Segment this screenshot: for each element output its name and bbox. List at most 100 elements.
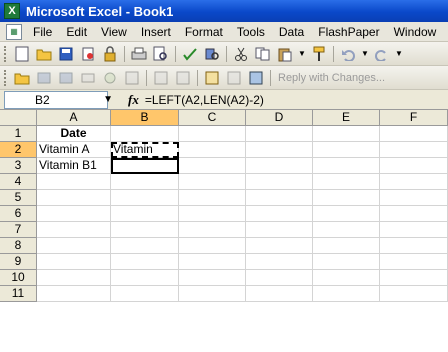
- format-painter-icon[interactable]: [310, 45, 328, 63]
- grid-cell[interactable]: [37, 190, 111, 206]
- select-all-corner[interactable]: [0, 110, 37, 126]
- grid-cell[interactable]: [179, 222, 246, 238]
- row-header-1[interactable]: 1: [0, 126, 37, 142]
- lock-icon[interactable]: [101, 45, 119, 63]
- column-header-d[interactable]: D: [246, 110, 313, 126]
- grid-cell[interactable]: [37, 270, 111, 286]
- grid-cell[interactable]: [111, 254, 179, 270]
- grid-cell[interactable]: [179, 126, 246, 142]
- row-header-3[interactable]: 3: [0, 158, 37, 174]
- paste-icon[interactable]: [276, 45, 294, 63]
- cell-b3[interactable]: [111, 158, 179, 174]
- row-header-5[interactable]: 5: [0, 190, 37, 206]
- grid-cell[interactable]: [380, 270, 448, 286]
- grid-cell[interactable]: [246, 286, 313, 302]
- review-back-icon[interactable]: [35, 69, 53, 87]
- cell-a2[interactable]: Vitamin A: [37, 142, 111, 158]
- row-header-7[interactable]: 7: [0, 222, 37, 238]
- grid-cell[interactable]: [111, 174, 179, 190]
- review-highlight-icon[interactable]: [225, 69, 243, 87]
- grid-cell[interactable]: [313, 206, 380, 222]
- workbook-icon[interactable]: ▦: [6, 23, 22, 40]
- print-icon[interactable]: [130, 45, 148, 63]
- menu-format[interactable]: Format: [178, 25, 230, 39]
- column-header-c[interactable]: C: [179, 110, 246, 126]
- grid-cell[interactable]: [111, 222, 179, 238]
- grid-cell[interactable]: [37, 174, 111, 190]
- grid-cell[interactable]: [246, 254, 313, 270]
- grid-cell[interactable]: [313, 238, 380, 254]
- grid-cell[interactable]: [313, 270, 380, 286]
- reply-with-changes-button[interactable]: Reply with Changes...: [278, 72, 385, 84]
- grid-cell[interactable]: [380, 206, 448, 222]
- cell-b2[interactable]: Vitamin: [111, 142, 179, 158]
- grid-cell[interactable]: [380, 254, 448, 270]
- grid-cell[interactable]: [313, 126, 380, 142]
- grid-cell[interactable]: [111, 206, 179, 222]
- grid-cell[interactable]: [380, 238, 448, 254]
- grid-cell[interactable]: [313, 222, 380, 238]
- redo-icon[interactable]: [373, 45, 391, 63]
- review-accept-icon[interactable]: [152, 69, 170, 87]
- review-envelope-icon[interactable]: [79, 69, 97, 87]
- cell-a3[interactable]: Vitamin B1: [37, 158, 111, 174]
- grid-cell[interactable]: [313, 190, 380, 206]
- name-box-dropdown-icon[interactable]: ▼: [103, 94, 113, 105]
- redo-dropdown-icon[interactable]: ▼: [395, 45, 403, 63]
- grid-cell[interactable]: [246, 270, 313, 286]
- excel-app-icon[interactable]: X: [4, 3, 20, 19]
- grid-cell[interactable]: [111, 190, 179, 206]
- undo-dropdown-icon[interactable]: ▼: [361, 45, 369, 63]
- grid-cell[interactable]: [313, 142, 380, 158]
- grid-cell[interactable]: [179, 190, 246, 206]
- spelling-icon[interactable]: [181, 45, 199, 63]
- paste-dropdown-icon[interactable]: ▼: [298, 45, 306, 63]
- grid-cell[interactable]: [313, 174, 380, 190]
- track-changes-icon[interactable]: [203, 69, 221, 87]
- grid-cell[interactable]: [246, 174, 313, 190]
- row-header-11[interactable]: 11: [0, 286, 37, 302]
- undo-icon[interactable]: [339, 45, 357, 63]
- grid-cell[interactable]: [313, 254, 380, 270]
- row-header-4[interactable]: 4: [0, 174, 37, 190]
- column-header-b[interactable]: B: [111, 110, 179, 126]
- menu-flashpaper[interactable]: FlashPaper: [311, 25, 386, 39]
- grid-cell[interactable]: [179, 142, 246, 158]
- grid-cell[interactable]: [380, 158, 448, 174]
- toolbar-grip[interactable]: [4, 45, 7, 62]
- review-show-icon[interactable]: [123, 69, 141, 87]
- cut-icon[interactable]: [232, 45, 250, 63]
- new-document-icon[interactable]: [13, 45, 31, 63]
- grid-cell[interactable]: [246, 238, 313, 254]
- menu-file[interactable]: File: [26, 25, 59, 39]
- menu-insert[interactable]: Insert: [134, 25, 178, 39]
- grid-cell[interactable]: [380, 190, 448, 206]
- grid-cell[interactable]: [37, 286, 111, 302]
- menu-view[interactable]: View: [94, 25, 134, 39]
- grid-cell[interactable]: [380, 174, 448, 190]
- row-header-8[interactable]: 8: [0, 238, 37, 254]
- menu-data[interactable]: Data: [272, 25, 311, 39]
- grid-cell[interactable]: [179, 238, 246, 254]
- insert-function-icon[interactable]: fx: [128, 92, 139, 108]
- grid-cell[interactable]: [111, 286, 179, 302]
- grid-cell[interactable]: [246, 158, 313, 174]
- grid-cell[interactable]: [37, 222, 111, 238]
- grid-cell[interactable]: [179, 254, 246, 270]
- flashpaper-folder-icon[interactable]: [13, 69, 31, 87]
- grid-cell[interactable]: [380, 286, 448, 302]
- row-header-2[interactable]: 2: [0, 142, 37, 158]
- review-discussion-icon[interactable]: [101, 69, 119, 87]
- permission-icon[interactable]: [79, 45, 97, 63]
- cell-a1[interactable]: Date: [37, 126, 111, 142]
- row-header-9[interactable]: 9: [0, 254, 37, 270]
- grid-cell[interactable]: [313, 158, 380, 174]
- column-header-e[interactable]: E: [313, 110, 380, 126]
- name-box[interactable]: B2 ▼: [4, 90, 113, 109]
- grid-cell[interactable]: [37, 238, 111, 254]
- menu-tools[interactable]: Tools: [230, 25, 272, 39]
- grid-cell[interactable]: [380, 222, 448, 238]
- grid-cell[interactable]: [37, 206, 111, 222]
- column-header-f[interactable]: F: [380, 110, 448, 126]
- grid-cell[interactable]: [179, 286, 246, 302]
